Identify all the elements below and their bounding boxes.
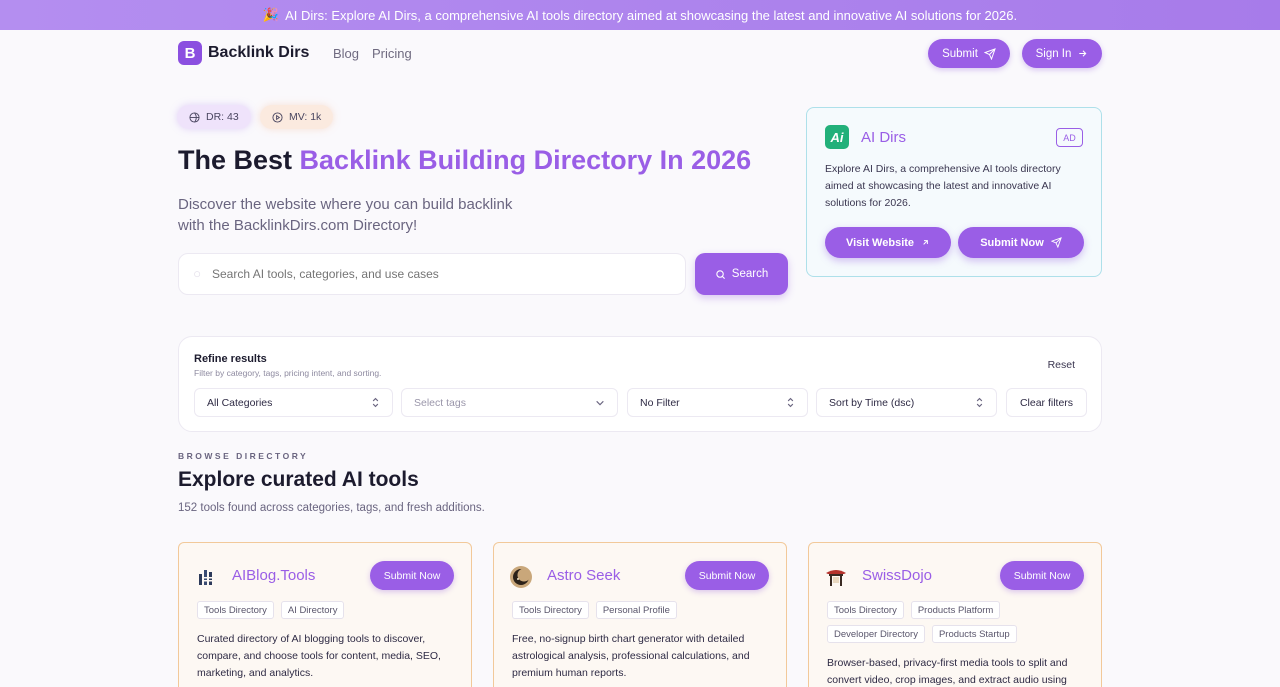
tags-select[interactable]: Select tags <box>401 388 618 417</box>
brand-name: Backlink Dirs <box>208 44 310 61</box>
tag-list: Tools Directory Products Platform Develo… <box>827 601 1087 643</box>
tool-card[interactable]: AIBlog.Tools Submit Now Tools Directory … <box>178 542 472 687</box>
tag[interactable]: Tools Directory <box>512 601 589 619</box>
banner-text: AI Dirs: Explore AI Dirs, a comprehensiv… <box>285 7 1018 23</box>
top-nav: B Backlink Dirs Blog Pricing Submit Sign… <box>0 30 1280 76</box>
chevron-up-down-icon <box>976 397 983 408</box>
section-subtitle: 152 tools found across categories, tags,… <box>178 502 485 514</box>
tool-name[interactable]: SwissDojo <box>862 567 932 584</box>
pricing-select-value: No Filter <box>640 396 680 409</box>
section-title: Explore curated AI tools <box>178 468 419 491</box>
tool-card[interactable]: SwissDojo Submit Now Tools Directory Pro… <box>808 542 1102 687</box>
arrow-right-icon <box>1079 50 1087 57</box>
send-icon <box>983 47 996 60</box>
ad-card: Ai AI Dirs AD Explore AI Dirs, a compreh… <box>806 107 1102 277</box>
play-icon <box>272 111 283 123</box>
dr-chip: DR: 43 <box>177 105 251 129</box>
tool-description: Curated directory of AI blogging tools t… <box>197 633 441 679</box>
globe-icon <box>189 111 200 123</box>
announcement-banner[interactable]: 🎉 AI Dirs: Explore AI Dirs, a comprehens… <box>0 0 1280 30</box>
brand-logo-icon: B <box>178 41 202 65</box>
tag[interactable]: AI Directory <box>280 601 345 619</box>
chevron-up-down-icon <box>787 397 794 408</box>
moon-logo-icon <box>508 564 534 590</box>
chevron-up-down-icon <box>372 397 379 408</box>
tag-list: Tools Directory Personal Profile <box>512 601 772 619</box>
bars-logo-icon <box>193 564 219 590</box>
search-input[interactable] <box>212 267 652 281</box>
mv-chip-label: MV: 1k <box>289 111 322 123</box>
sign-in-button[interactable]: Sign In <box>1022 39 1102 68</box>
tool-description: Browser-based, privacy-first media tools… <box>827 657 1068 686</box>
external-link-icon <box>923 240 928 245</box>
sign-in-label: Sign In <box>1035 47 1072 60</box>
submit-button-label: Submit <box>942 47 978 60</box>
tool-name[interactable]: Astro Seek <box>547 567 620 584</box>
filters-subtitle: Filter by category, tags, pricing intent… <box>194 368 382 378</box>
dr-chip-label: DR: 43 <box>206 111 239 123</box>
chevron-down-icon <box>596 400 604 405</box>
visit-website-label: Visit Website <box>845 236 915 249</box>
search-button-label: Search <box>731 268 769 280</box>
dojo-logo-icon <box>823 564 849 590</box>
ad-name[interactable]: AI Dirs <box>861 129 906 146</box>
category-select[interactable]: All Categories <box>194 388 393 417</box>
tag-list: Tools Directory AI Directory <box>197 601 457 619</box>
mv-chip: MV: 1k <box>260 105 334 129</box>
reset-button[interactable]: Reset <box>1048 359 1075 371</box>
tag[interactable]: Tools Directory <box>197 601 274 619</box>
tags-select-placeholder: Select tags <box>414 396 466 409</box>
card-submit-now-button[interactable]: Submit Now <box>1000 561 1084 590</box>
ad-submit-now-label: Submit Now <box>980 236 1044 249</box>
tag[interactable]: Tools Directory <box>827 601 904 619</box>
ad-submit-now-button[interactable]: Submit Now <box>958 227 1084 258</box>
section-eyebrow: BROWSE DIRECTORY <box>178 451 309 461</box>
search-icon <box>716 269 725 279</box>
search-icon <box>194 270 201 277</box>
tag[interactable]: Personal Profile <box>595 601 677 619</box>
card-submit-now-button[interactable]: Submit Now <box>370 561 454 590</box>
search-field[interactable] <box>178 253 686 295</box>
tag[interactable]: Products Platform <box>910 601 1001 619</box>
send-icon <box>1050 237 1062 248</box>
page-title: The Best Backlink Building Directory In … <box>178 145 751 176</box>
tool-description: Free, no-signup birth chart generator wi… <box>512 633 750 679</box>
category-select-value: All Categories <box>207 396 273 409</box>
sort-select-value: Sort by Time (dsc) <box>829 396 915 409</box>
nav-link-pricing[interactable]: Pricing <box>372 46 412 61</box>
filters-title: Refine results <box>194 353 267 365</box>
search-button[interactable]: Search <box>695 253 788 295</box>
clear-filters-button[interactable]: Clear filters <box>1006 388 1087 417</box>
title-accent: Backlink Building Directory In 2026 <box>299 145 752 175</box>
title-prefix: The Best <box>178 145 293 175</box>
filters-panel: Refine results Filter by category, tags,… <box>178 336 1102 432</box>
ai-dirs-logo-icon: Ai <box>825 125 849 149</box>
pricing-select[interactable]: No Filter <box>627 388 808 417</box>
hero-subtitle: Discover the website where you can build… <box>178 196 513 234</box>
party-icon: 🎉 <box>262 7 280 22</box>
tag[interactable]: Developer Directory <box>827 625 925 643</box>
card-submit-now-button[interactable]: Submit Now <box>685 561 769 590</box>
nav-link-blog[interactable]: Blog <box>333 46 359 61</box>
tool-card[interactable]: Astro Seek Submit Now Tools Directory Pe… <box>493 542 787 687</box>
submit-button[interactable]: Submit <box>928 39 1010 68</box>
tool-name[interactable]: AIBlog.Tools <box>232 567 315 584</box>
ad-description: Explore AI Dirs, a comprehensive AI tool… <box>825 163 1061 209</box>
tag[interactable]: Products Startup <box>931 625 1017 643</box>
ad-badge: AD <box>1056 128 1083 147</box>
visit-website-button[interactable]: Visit Website <box>825 227 951 258</box>
brand-logo[interactable]: B Backlink Dirs <box>178 41 309 65</box>
sort-select[interactable]: Sort by Time (dsc) <box>816 388 997 417</box>
